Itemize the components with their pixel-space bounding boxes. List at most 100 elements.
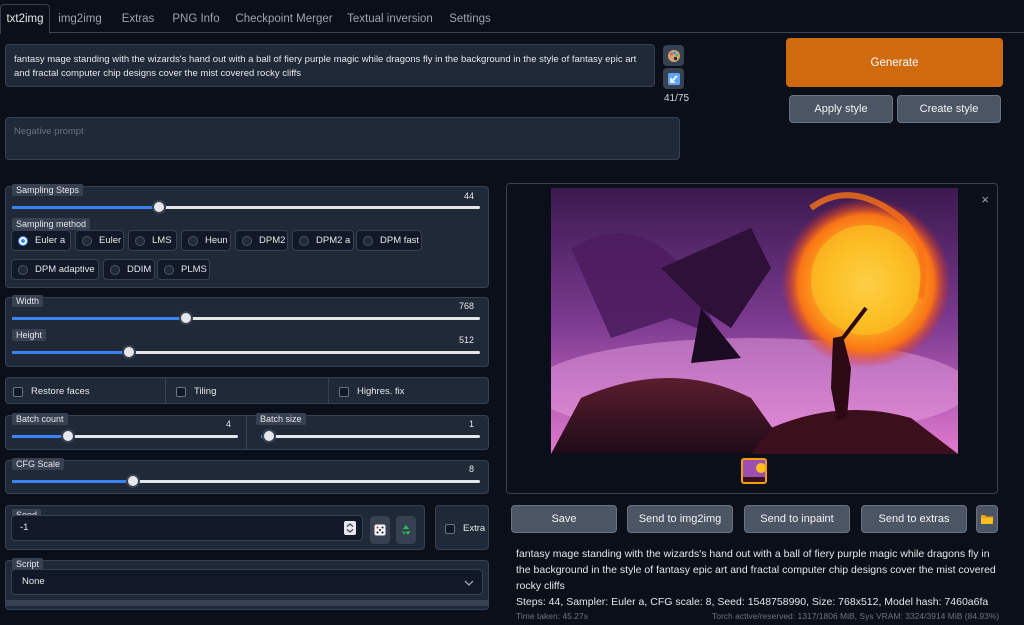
extra-checkbox[interactable]: Extra <box>445 523 485 534</box>
width-value: 768 <box>458 301 474 311</box>
radio-label: Euler <box>99 235 122 246</box>
restore-faces-checkbox[interactable]: Restore faces <box>13 386 90 397</box>
width-slider[interactable] <box>12 311 480 325</box>
negative-prompt-input[interactable]: Negative prompt <box>5 117 680 160</box>
checkbox-box <box>339 386 349 397</box>
batch-size-value: 1 <box>468 419 474 429</box>
radio-label: Euler a <box>35 235 66 246</box>
close-icon[interactable]: × <box>981 192 989 207</box>
script-select[interactable]: None <box>11 569 483 595</box>
width-label: Width <box>12 295 44 307</box>
send-to-inpaint-button[interactable]: Send to inpaint <box>744 505 850 533</box>
radio-label: DDIM <box>127 264 152 275</box>
slider-fill <box>12 435 68 438</box>
radio-dpm2[interactable]: DPM2 <box>235 230 288 251</box>
radio-dpm-fast[interactable]: DPM fast <box>356 230 422 251</box>
radio-label: PLMS <box>181 264 207 275</box>
height-value: 512 <box>458 335 474 345</box>
generation-info-params: Steps: 44, Sampler: Euler a, CFG scale: … <box>516 596 989 608</box>
generate-button[interactable]: Generate <box>786 38 1003 87</box>
generated-image[interactable] <box>551 188 958 454</box>
save-button[interactable]: Save <box>511 505 617 533</box>
radio-heun[interactable]: Heun <box>181 230 231 251</box>
recycle-icon <box>401 525 411 535</box>
scroll-strip <box>5 600 489 606</box>
gallery-thumbnail[interactable] <box>741 458 767 484</box>
stepper-arrows-icon <box>346 523 354 533</box>
radio-label: DPM fast <box>380 235 420 246</box>
token-counter: 41/75 <box>664 93 690 104</box>
tab-textual-inversion[interactable]: Textual inversion <box>344 7 436 33</box>
sampling-panel: Sampling Steps 44 Sampling method Euler … <box>5 184 489 288</box>
random-seed-button[interactable] <box>370 516 390 544</box>
dice-icon <box>374 524 386 536</box>
tab-img2img[interactable]: img2img <box>52 7 108 33</box>
slider-handle[interactable] <box>179 311 193 325</box>
radio-dpm-adaptive[interactable]: DPM adaptive <box>11 259 99 280</box>
slider-handle[interactable] <box>61 429 75 443</box>
radio-euler-a[interactable]: Euler a <box>11 230 71 251</box>
tab-txt2img[interactable]: txt2img <box>0 4 50 34</box>
palette-button[interactable] <box>663 45 684 66</box>
torch-memory-info: Torch active/reserved: 1317/1806 MiB, Sy… <box>712 611 1000 621</box>
cfg-scale-value: 8 <box>468 464 474 474</box>
send-to-extras-button[interactable]: Send to extras <box>861 505 967 533</box>
sampling-method-label: Sampling method <box>12 218 91 230</box>
tab-checkpoint-merger[interactable]: Checkpoint Merger <box>232 7 336 33</box>
send-to-img2img-button[interactable]: Send to img2img <box>627 505 733 533</box>
highres-fix-checkbox[interactable]: Highres. fix <box>339 386 405 397</box>
palette-icon <box>667 49 680 62</box>
tab-png-info[interactable]: PNG Info <box>168 7 224 33</box>
slider-handle[interactable] <box>152 200 166 214</box>
radio-dot <box>82 235 92 246</box>
extra-panel: Extra <box>435 505 489 550</box>
slider-handle[interactable] <box>122 345 136 359</box>
reuse-seed-button[interactable] <box>396 516 416 544</box>
radio-label: DPM2 <box>259 235 286 246</box>
create-style-button[interactable]: Create style <box>897 95 1001 123</box>
checkbox-box <box>445 523 455 534</box>
checkbox-label: Highres. fix <box>357 386 405 397</box>
batch-size-slider[interactable] <box>261 429 480 443</box>
sampling-steps-slider[interactable] <box>12 200 480 214</box>
batch-count-value: 4 <box>226 419 232 429</box>
seed-input[interactable]: -1 <box>11 515 363 541</box>
radio-euler[interactable]: Euler <box>75 230 124 251</box>
sampling-steps-value: 44 <box>463 191 474 201</box>
radio-ddim[interactable]: DDIM <box>103 259 155 280</box>
slider-fill <box>12 351 129 354</box>
cfg-scale-slider[interactable] <box>12 474 480 488</box>
chevron-down-icon <box>464 580 474 586</box>
batch-panel: Batch count 4 Batch size 1 <box>5 413 489 450</box>
tab-extras[interactable]: Extras <box>116 7 160 33</box>
radio-plms[interactable]: PLMS <box>157 259 210 280</box>
folder-icon <box>981 515 993 524</box>
generation-info-prompt: fantasy mage standing with the wizards's… <box>516 548 996 592</box>
radio-dpm2-a[interactable]: DPM2 a <box>292 230 354 251</box>
radio-dot <box>135 235 145 246</box>
paste-button[interactable] <box>663 68 684 89</box>
script-select-value: None <box>22 576 45 587</box>
tiling-checkbox[interactable]: Tiling <box>176 386 216 397</box>
radio-label: DPM2 a <box>316 235 351 246</box>
radio-lms[interactable]: LMS <box>128 230 177 251</box>
slider-fill <box>12 317 186 320</box>
divider <box>165 378 166 403</box>
slider-handle[interactable] <box>126 474 140 488</box>
open-folder-button[interactable] <box>976 505 998 533</box>
sampling-steps-label: Sampling Steps <box>12 184 84 196</box>
checkbox-label: Extra <box>463 523 486 534</box>
tab-settings[interactable]: Settings <box>444 7 496 33</box>
apply-style-button[interactable]: Apply style <box>789 95 893 123</box>
batch-size-label: Batch size <box>256 413 306 425</box>
batch-count-slider[interactable] <box>12 429 238 443</box>
slider-handle[interactable] <box>262 429 276 443</box>
prompt-input[interactable]: fantasy mage standing with the wizards's… <box>5 44 655 87</box>
seed-stepper[interactable] <box>344 521 356 535</box>
height-slider[interactable] <box>12 345 480 359</box>
checkbox-box <box>176 386 186 397</box>
time-taken: Time taken: 45.27s <box>516 611 588 621</box>
divider <box>246 416 247 449</box>
tab-bar: txt2img img2img Extras PNG Info Checkpoi… <box>0 0 1024 34</box>
radio-label: Heun <box>205 235 228 246</box>
